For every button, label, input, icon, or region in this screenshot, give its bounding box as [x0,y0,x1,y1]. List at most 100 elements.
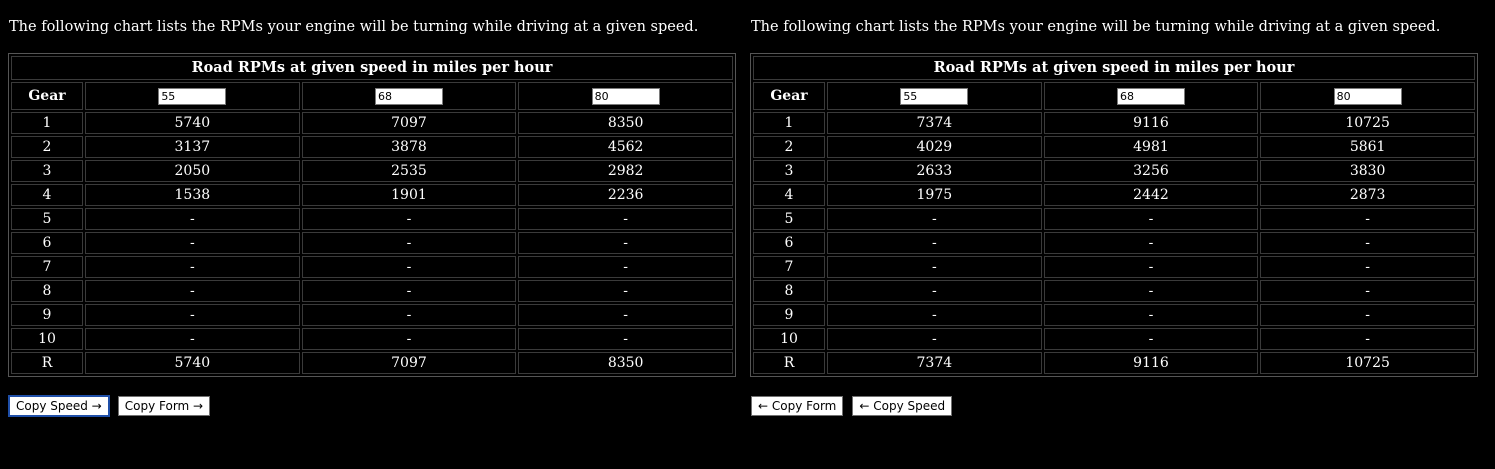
rpm-cell: 10725 [1260,112,1475,134]
page: The following chart lists the RPMs your … [0,0,1495,469]
right-button-row: ← Copy Form ← Copy Speed [751,396,953,416]
table-row: R 7374 9116 10725 [753,352,1475,374]
speed-input-3[interactable] [1333,87,1402,105]
table-row: 10- - - [11,328,733,350]
rpm-cell: - [301,208,517,230]
rpm-cell: - [301,328,517,350]
table-row: 6--- [11,232,733,254]
speed-input-1[interactable] [158,87,227,105]
gear-cell: 3 [11,160,83,182]
rpm-cell: 3878 [301,136,517,158]
speed-header-1 [827,82,1042,110]
table-row: 2 4029 4981 5861 [753,136,1475,158]
rpm-cell: - [301,232,517,254]
rpm-cell: 2982 [518,160,733,182]
rpm-cell: 1538 [85,184,300,206]
left-button-row: Copy Speed → Copy Form → [8,395,211,417]
gear-cell: 2 [753,136,825,158]
rpm-cell: - [1043,304,1259,326]
caption-row: Road RPMs at given speed in miles per ho… [11,56,733,80]
rpm-table-right: Road RPMs at given speed in miles per ho… [750,53,1478,377]
rpm-cell: - [518,232,733,254]
gear-cell: 5 [753,208,825,230]
table-row: 3 2050 2535 2982 [11,160,733,182]
gear-cell: 1 [753,112,825,134]
table-row: 5--- [11,208,733,230]
table-caption: Road RPMs at given speed in miles per ho… [11,56,733,80]
speed-input-1[interactable] [900,87,969,105]
table-row: 8--- [11,280,733,302]
rpm-cell: - [1043,280,1259,302]
rpm-cell: - [1260,232,1475,254]
rpm-cell: - [1260,208,1475,230]
copy-form-button[interactable]: Copy Form → [117,396,211,416]
rpm-cell: 4029 [827,136,1042,158]
intro-text: The following chart lists the RPMs your … [751,19,1441,35]
rpm-cell: - [1043,208,1259,230]
rpm-cell: - [518,208,733,230]
rpm-table-left: Road RPMs at given speed in miles per ho… [8,53,736,377]
gear-cell: R [11,352,83,374]
rpm-cell: - [827,232,1042,254]
speed-input-2[interactable] [1116,87,1185,105]
copy-speed-back-button[interactable]: ← Copy Speed [852,396,953,416]
rpm-cell: 9116 [1043,352,1259,374]
table-row: 5--- [753,208,1475,230]
table-row: 1 5740 7097 8350 [11,112,733,134]
speed-header-2 [1043,82,1259,110]
rpm-cell: - [827,304,1042,326]
copy-speed-button[interactable]: Copy Speed → [8,395,110,417]
rpm-cell: 9116 [1043,112,1259,134]
table-caption: Road RPMs at given speed in miles per ho… [753,56,1475,80]
rpm-cell: - [1043,256,1259,278]
rpm-cell: 5861 [1260,136,1475,158]
gear-header: Gear [753,82,825,110]
table-row: 7--- [753,256,1475,278]
table-row: 3 2633 3256 3830 [753,160,1475,182]
rpm-cell: 7097 [301,352,517,374]
rpm-cell: - [827,328,1042,350]
gear-cell: 4 [753,184,825,206]
rpm-cell: - [1260,256,1475,278]
speed-input-2[interactable] [374,87,443,105]
rpm-cell: - [85,208,300,230]
rpm-cell: 7097 [301,112,517,134]
rpm-cell: - [827,256,1042,278]
rpm-cell: - [518,256,733,278]
speed-input-3[interactable] [591,87,660,105]
gear-cell: 1 [11,112,83,134]
rpm-cell: - [827,280,1042,302]
rpm-cell: 2873 [1260,184,1475,206]
rpm-cell: - [1260,280,1475,302]
table-row: 10- - - [753,328,1475,350]
table-row: 4 1538 1901 2236 [11,184,733,206]
rpm-cell: 3137 [85,136,300,158]
rpm-cell: - [85,232,300,254]
rpm-cell: 8350 [518,112,733,134]
copy-form-back-button[interactable]: ← Copy Form [751,396,844,416]
gear-cell: 10 [11,328,83,350]
rpm-cell: - [85,256,300,278]
table-row: 8--- [753,280,1475,302]
rpm-cell: - [85,304,300,326]
gear-cell: 8 [11,280,83,302]
rpm-cell: - [1043,328,1259,350]
table-row: 1 7374 9116 10725 [753,112,1475,134]
speed-header-1 [85,82,300,110]
rpm-cell: - [518,304,733,326]
rpm-cell: 3830 [1260,160,1475,182]
intro-text: The following chart lists the RPMs your … [9,19,699,35]
table-row: R 5740 7097 8350 [11,352,733,374]
header-row: Gear [753,82,1475,110]
gear-cell: 7 [11,256,83,278]
gear-cell: 6 [11,232,83,254]
gear-cell: 2 [11,136,83,158]
gear-cell: 9 [11,304,83,326]
gear-cell: 8 [753,280,825,302]
rpm-cell: 5740 [85,112,300,134]
table-row: 4 1975 2442 2873 [753,184,1475,206]
rpm-cell: 10725 [1260,352,1475,374]
rpm-cell: 7374 [827,352,1042,374]
rpm-cell: 2050 [85,160,300,182]
table-row: 9--- [11,304,733,326]
